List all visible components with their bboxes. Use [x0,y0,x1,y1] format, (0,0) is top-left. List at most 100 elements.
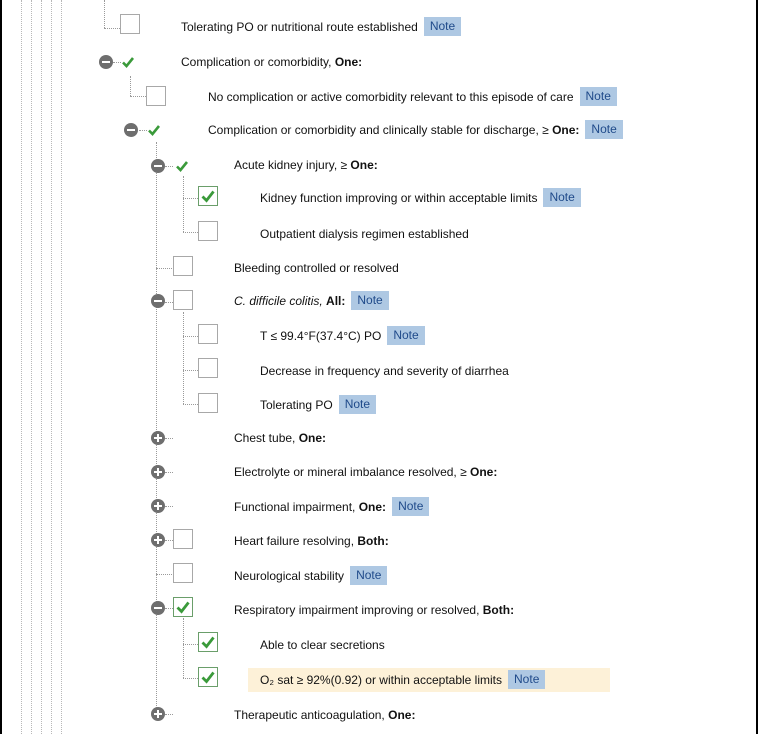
criterion-qualifier: One: [350,158,378,172]
note-button[interactable]: Note [392,497,430,516]
criterion-checkbox[interactable] [198,393,218,413]
criterion-checkbox[interactable] [198,358,218,378]
criterion-text: O₂ sat ≥ 92%(0.92) or within acceptable … [260,673,503,687]
criterion-qualifier: One: [334,55,363,69]
criterion-qualifier: One: [552,123,580,137]
criterion-label: Tolerating PO or nutritional route estab… [181,17,462,37]
collapse-toggle[interactable] [124,123,138,137]
criterion-checkbox[interactable] [173,563,193,583]
criterion-qualifier: One: [358,500,387,514]
note-button[interactable]: Note [585,120,623,139]
criterion-text: Functional impairment, [234,500,359,514]
criterion-label: Complication or comorbidity and clinical… [208,120,623,140]
tree-connector [130,76,131,96]
criterion-text: Acute kidney injury, ≥ [234,158,351,172]
criterion-text: T ≤ 99.4°F(37.4°C) PO [260,329,382,343]
tree-connector [183,232,198,233]
criterion-label: Therapeutic anticoagulation, One: [234,705,415,725]
criterion-label: Heart failure resolving, Both: [234,531,389,551]
criterion-qualifier: All: [326,294,346,308]
criterion-checkbox[interactable] [198,186,218,206]
criterion-qualifier: Both: [357,534,389,548]
criterion-text: Complication or comorbidity and clinical… [208,123,553,137]
note-button[interactable]: Note [338,395,377,414]
criterion-checkbox[interactable] [173,597,193,617]
collapse-toggle[interactable] [151,294,165,308]
criterion-qualifier: One: [298,431,327,445]
criterion-checkbox[interactable] [198,632,218,652]
panel-border-left [0,0,2,734]
criterion-label: Chest tube, One: [234,428,326,448]
tree-connector [156,574,172,575]
tree-connector [165,506,173,507]
criterion-text: Bleeding controlled or resolved [234,261,399,275]
criterion-label: Functional impairment, One: Note [234,497,430,517]
tree-connector [165,302,173,303]
criterion-checkbox[interactable] [198,221,218,241]
panel-border-right [756,0,758,734]
note-button[interactable]: Note [423,17,462,36]
criterion-text: Chest tube, [234,431,299,445]
indent-guide [51,0,52,734]
criterion-label: C. difficile colitis, All: Note [234,291,389,311]
criterion-label: Electrolyte or mineral imbalance resolve… [234,462,497,482]
criterion-text: Complication or comorbidity, [181,55,335,69]
criterion-qualifier: Both: [482,603,515,617]
tree-connector [183,336,198,337]
criterion-text: No complication or active comorbidity re… [208,90,574,104]
tree-connector [165,438,173,439]
tree-connector [183,370,198,371]
criterion-text: Respiratory impairment improving or reso… [234,603,483,617]
criterion-label: Neurological stability Note [234,566,388,586]
expand-toggle[interactable] [151,707,165,721]
criterion-label: Kidney function improving or within acce… [260,188,581,208]
note-button[interactable]: Note [508,670,546,689]
criterion-checkbox[interactable] [120,14,140,34]
indent-guide [21,0,22,734]
criterion-text: Neurological stability [234,569,345,583]
indent-guide [41,0,42,734]
criterion-text: Tolerating PO [260,398,333,412]
tree-connector [139,130,147,131]
expand-toggle[interactable] [151,465,165,479]
criterion-text: Electrolyte or mineral imbalance resolve… [234,465,471,479]
note-button[interactable]: Note [350,566,388,585]
criterion-text: Therapeutic anticoagulation, [234,708,389,722]
collapse-toggle[interactable] [151,159,165,173]
criterion-label: Decrease in frequency and severity of di… [260,361,509,381]
criterion-text: Outpatient dialysis regimen established [260,227,469,241]
tree-connector [183,404,198,405]
tree-connector [183,198,198,199]
tree-connector [104,0,105,28]
criterion-label: Respiratory impairment improving or reso… [234,600,514,620]
note-button[interactable]: Note [387,326,425,345]
tree-connector [183,644,198,645]
criterion-label: Acute kidney injury, ≥ One: [234,155,378,175]
criterion-label: Bleeding controlled or resolved [234,258,399,278]
criterion-checkbox[interactable] [198,324,218,344]
note-button[interactable]: Note [543,188,581,207]
indent-guide [61,0,62,734]
collapse-toggle[interactable] [99,55,113,69]
tree-connector [156,268,172,269]
expand-toggle[interactable] [151,533,165,547]
criterion-checkbox[interactable] [173,529,193,549]
note-button[interactable]: Note [351,291,389,310]
tree-connector [165,166,173,167]
criterion-checkbox[interactable] [173,256,193,276]
tree-connector [183,618,184,678]
tree-connector [183,312,184,404]
criterion-checkbox[interactable] [146,86,166,106]
criterion-text: Decrease in frequency and severity of di… [260,364,509,378]
criterion-checkbox[interactable] [173,290,193,310]
criterion-checkbox[interactable] [198,667,218,687]
criterion-text: C. difficile colitis, [234,294,323,308]
check-icon [148,125,161,136]
criterion-label: O₂ sat ≥ 92%(0.92) or within acceptable … [260,670,546,690]
note-button[interactable]: Note [579,87,617,106]
tree-connector [113,62,121,63]
criterion-text: Able to clear secretions [260,638,385,652]
expand-toggle[interactable] [151,499,165,513]
expand-toggle[interactable] [151,431,165,445]
collapse-toggle[interactable] [151,601,165,615]
